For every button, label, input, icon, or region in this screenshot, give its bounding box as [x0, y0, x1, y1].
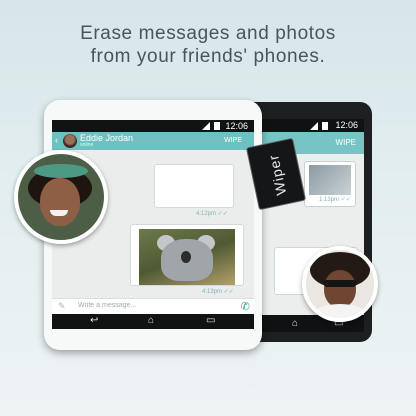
headline-line-1: Erase messages and photos [80, 23, 336, 44]
avatar-man [302, 246, 378, 322]
avatar-woman [14, 150, 108, 244]
message-bubble[interactable] [154, 164, 234, 208]
back-nav-home-icon[interactable]: ⌂ [292, 318, 298, 329]
nav-bar: ↩ ⌂ ▭ [52, 314, 254, 329]
wiper-tag-label: Wiper [265, 152, 290, 197]
back-status-time: 12:06 [335, 120, 358, 130]
wipe-button[interactable]: WIPE [224, 137, 242, 144]
back-photo-meta: 1:13pm ✓✓ [319, 197, 351, 203]
koala-photo [139, 229, 235, 285]
battery-icon [214, 122, 220, 130]
headband [34, 164, 88, 178]
status-bar: 12:06 [52, 120, 254, 132]
call-icon[interactable]: ✆ [241, 300, 250, 313]
face [40, 178, 80, 226]
koala-nose [181, 251, 191, 263]
message-input[interactable]: Write a message... [78, 302, 136, 309]
back-photo-bubble[interactable]: 1:13pm ✓✓ [304, 161, 356, 207]
status-time: 12:06 [225, 121, 248, 131]
contact-avatar[interactable] [63, 134, 77, 148]
headline-line-2: from your friends' phones. [90, 46, 326, 67]
contact-status: online [80, 142, 94, 148]
nav-home-icon[interactable]: ⌂ [148, 315, 154, 326]
chat-header: ‹ Eddie Jordan online WIPE [52, 132, 254, 150]
sunglasses [324, 280, 356, 287]
headline: Erase messages and photos from your frie… [0, 22, 416, 68]
message-composer: ✎ Write a message... ✆ [52, 298, 254, 315]
photo-message-bubble[interactable] [130, 224, 244, 286]
battery-icon [322, 122, 328, 130]
photo-message-meta: 4:13pm ✓✓ [202, 289, 234, 295]
attach-icon[interactable]: ✎ [58, 301, 66, 312]
message-meta: 4:12pm ✓✓ [196, 211, 228, 217]
face [324, 270, 356, 308]
back-wipe-button[interactable]: WIPE [336, 138, 356, 147]
back-photo-image [309, 165, 351, 195]
signal-icon [202, 122, 210, 130]
nav-recent-icon[interactable]: ▭ [206, 315, 215, 326]
signal-icon [310, 122, 318, 130]
back-arrow-icon[interactable]: ‹ [55, 135, 58, 145]
nav-back-icon[interactable]: ↩ [90, 315, 98, 326]
